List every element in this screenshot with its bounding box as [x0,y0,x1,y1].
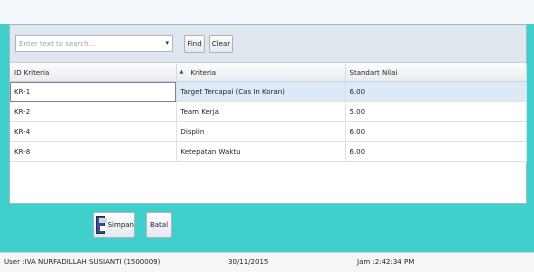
cell-standart-nilai[interactable]: 5.00 [345,101,527,122]
table-row[interactable]: KR-8 Ketepatan Waktu 6.00 [10,141,527,162]
dropdown-arrow-icon[interactable]: ▾ [165,39,169,47]
status-bar: User :IVA NURFADILLAH SUSIANTI (1500009)… [0,252,534,272]
search-box[interactable]: ▾ [15,35,173,52]
column-header-standart-nilai[interactable]: Standart Nilai [345,64,527,82]
cell-id-text: KR-1 [14,87,31,96]
find-panel: ▾ Find Clear [10,25,526,63]
save-button[interactable]: Simpan [93,212,135,238]
column-header-kriteria-label: Kriteria [190,68,217,77]
cell-kriteria[interactable]: Team Kerja [176,101,346,122]
top-strip [0,0,534,24]
cell-kriteria[interactable]: Ketepatan Waktu [176,141,346,162]
status-user: User :IVA NURFADILLAH SUSIANTI (1500009) [4,258,161,266]
save-button-label: Simpan [107,221,134,229]
find-button[interactable]: Find [184,35,205,53]
cell-id[interactable]: KR-2 [10,101,177,122]
column-header-id[interactable]: ID Kriteria [10,64,177,82]
cell-id[interactable]: KR-4 [10,121,177,142]
floppy-disk-icon [96,216,107,234]
cell-id[interactable]: KR-8 [10,141,177,162]
table-row[interactable]: KR-2 Team Kerja 5.00 [10,101,527,122]
search-input[interactable] [16,36,159,51]
cell-kriteria[interactable]: Target Tercapai (Cas In Koran) [176,81,346,102]
criteria-grid: ID Kriteria ▲ Kriteria Standart Nilai ▶ … [10,64,527,202]
cell-standart-nilai[interactable]: 6.00 [345,81,527,102]
cell-standart-nilai[interactable]: 6.00 [345,121,527,142]
grid-header-row: ID Kriteria ▲ Kriteria Standart Nilai [10,64,527,82]
cell-kriteria[interactable]: Displin [176,121,346,142]
table-row[interactable]: ▶ KR-1 Target Tercapai (Cas In Koran) 6.… [10,81,527,102]
sort-ascending-icon: ▲ [179,69,184,75]
cell-standart-nilai[interactable]: 6.00 [345,141,527,162]
status-date: 30/11/2015 [228,258,269,266]
column-header-kriteria[interactable]: ▲ Kriteria [176,64,346,82]
status-time: Jam :2:42:34 PM [357,258,415,266]
clear-button[interactable]: Clear [209,35,233,53]
table-row[interactable]: KR-4 Displin 6.00 [10,121,527,142]
cancel-button[interactable]: Batal [146,212,172,238]
cell-id[interactable]: ▶ KR-1 [10,81,177,102]
grid-panel: ▾ Find Clear ID Kriteria ▲ Kriteria Stan… [9,24,527,204]
